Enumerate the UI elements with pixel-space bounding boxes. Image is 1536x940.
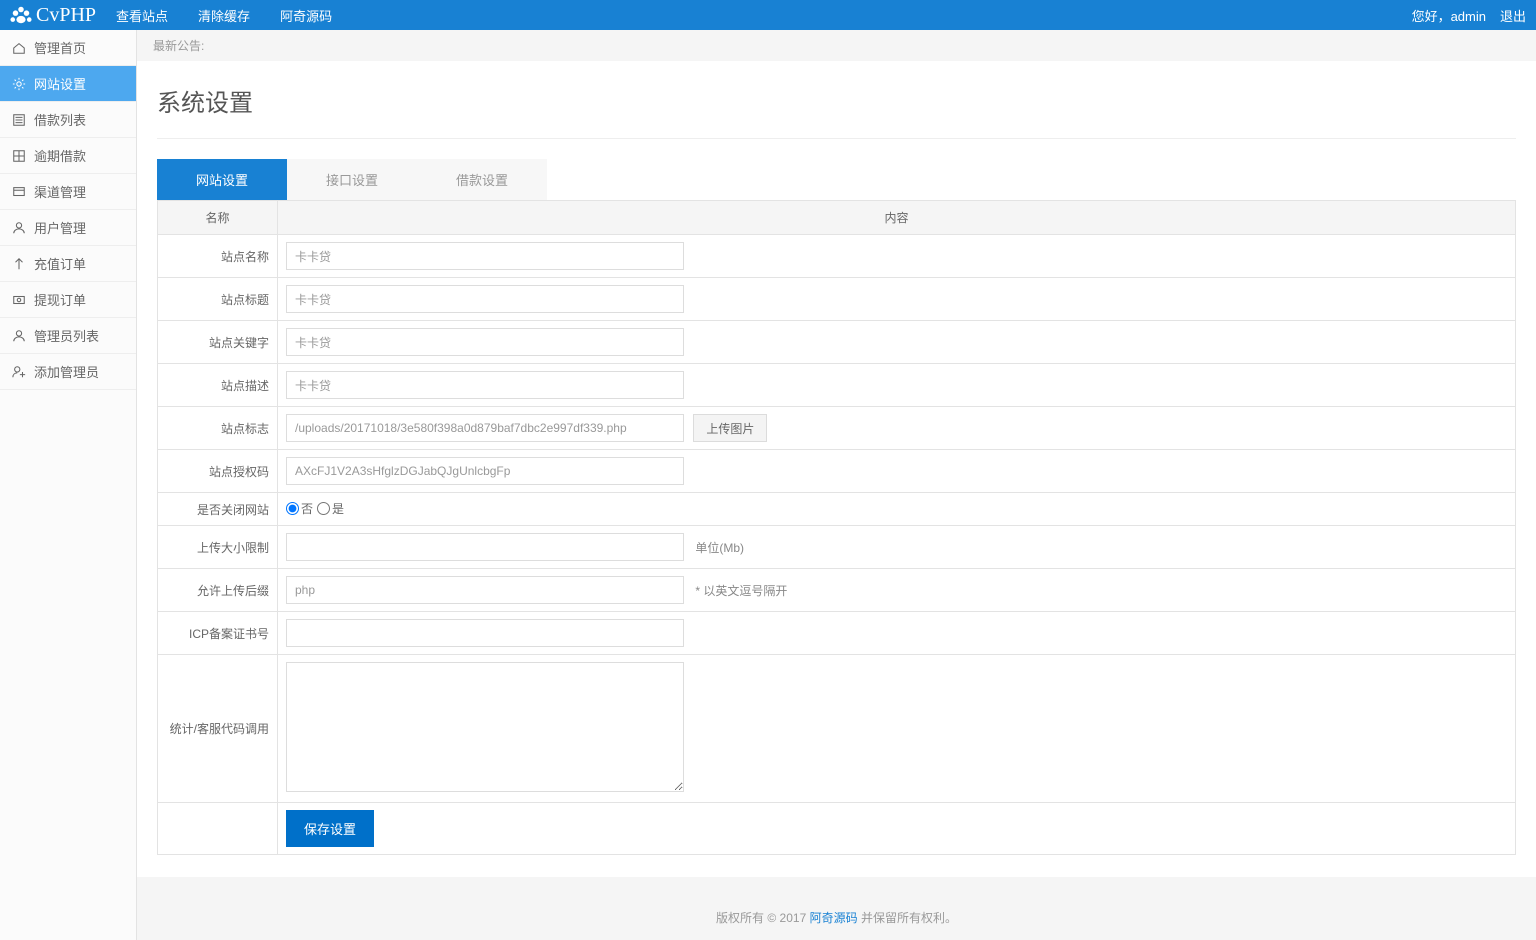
upload-button[interactable]: 上传图片 — [693, 414, 767, 442]
input-upload-limit[interactable] — [286, 533, 684, 561]
input-site-title[interactable] — [286, 285, 684, 313]
sidebar-label: 添加管理员 — [34, 362, 99, 381]
radio-yes-label[interactable]: 是 — [317, 500, 344, 517]
label-upload-ext: 允许上传后缀 — [158, 569, 278, 612]
radio-no[interactable] — [286, 502, 299, 515]
home-icon — [12, 41, 26, 55]
input-site-name[interactable] — [286, 242, 684, 270]
col-name: 名称 — [158, 201, 278, 235]
row-stats-code: 统计/客服代码调用 — [158, 655, 1516, 803]
footer-suffix: 并保留所有权利。 — [858, 911, 957, 925]
sidebar-item-overdue[interactable]: 逾期借款 — [0, 138, 136, 174]
col-content: 内容 — [278, 201, 1516, 235]
input-site-logo[interactable] — [286, 414, 684, 442]
input-upload-ext[interactable] — [286, 576, 684, 604]
row-site-desc: 站点描述 — [158, 364, 1516, 407]
save-button[interactable]: 保存设置 — [286, 810, 374, 847]
header-nav: 查看站点 清除缓存 阿奇源码 — [116, 6, 332, 25]
logo-icon — [10, 4, 32, 26]
hint-upload-ext: * 以英文逗号隔开 — [695, 582, 787, 599]
row-close-site: 是否关闭网站 否 是 — [158, 493, 1516, 526]
textarea-stats-code[interactable] — [286, 662, 684, 792]
tab-api-settings[interactable]: 接口设置 — [287, 159, 417, 200]
hint-upload-limit: 单位(Mb) — [695, 539, 744, 556]
sidebar-item-channel[interactable]: 渠道管理 — [0, 174, 136, 210]
logo[interactable]: CvPHP — [10, 4, 96, 27]
footer: 版权所有 © 2017 阿奇源码 并保留所有权利。 — [137, 895, 1536, 940]
input-site-keywords[interactable] — [286, 328, 684, 356]
sidebar-label: 借款列表 — [34, 110, 86, 129]
withdraw-icon — [12, 293, 26, 307]
sidebar-label: 渠道管理 — [34, 182, 86, 201]
sidebar-item-recharge[interactable]: 充值订单 — [0, 246, 136, 282]
admin-add-icon — [12, 365, 26, 379]
logout-link[interactable]: 退出 — [1500, 6, 1526, 25]
row-site-keywords: 站点关键字 — [158, 321, 1516, 364]
row-site-logo: 站点标志 上传图片 — [158, 407, 1516, 450]
sidebar-label: 管理首页 — [34, 38, 86, 57]
tab-site-settings[interactable]: 网站设置 — [157, 159, 287, 200]
page-title: 系统设置 — [157, 83, 1516, 139]
input-auth-code[interactable] — [286, 457, 684, 485]
tabs: 网站设置 接口设置 借款设置 — [157, 159, 1516, 200]
sidebar-item-loans[interactable]: 借款列表 — [0, 102, 136, 138]
header-right: 您好，admin 退出 — [1412, 6, 1526, 25]
radio-no-label[interactable]: 否 — [286, 500, 313, 517]
sidebar-item-admins[interactable]: 管理员列表 — [0, 318, 136, 354]
label-site-logo: 站点标志 — [158, 407, 278, 450]
label-site-title: 站点标题 — [158, 278, 278, 321]
sidebar-label: 逾期借款 — [34, 146, 86, 165]
label-icp: ICP备案证书号 — [158, 612, 278, 655]
sidebar-item-settings[interactable]: 网站设置 — [0, 66, 136, 102]
sidebar-item-users[interactable]: 用户管理 — [0, 210, 136, 246]
gear-icon — [12, 77, 26, 91]
sidebar-label: 管理员列表 — [34, 326, 99, 345]
label-upload-limit: 上传大小限制 — [158, 526, 278, 569]
row-site-title: 站点标题 — [158, 278, 1516, 321]
input-site-desc[interactable] — [286, 371, 684, 399]
nav-view-site[interactable]: 查看站点 — [116, 6, 168, 25]
greeting: 您好，admin — [1412, 6, 1486, 25]
label-stats-code: 统计/客服代码调用 — [158, 655, 278, 803]
channel-icon — [12, 185, 26, 199]
nav-clear-cache[interactable]: 清除缓存 — [198, 6, 250, 25]
user-icon — [12, 221, 26, 235]
sidebar-item-withdraw[interactable]: 提现订单 — [0, 282, 136, 318]
label-close-site: 是否关闭网站 — [158, 493, 278, 526]
radio-yes[interactable] — [317, 502, 330, 515]
footer-link[interactable]: 阿奇源码 — [810, 911, 858, 925]
admin-icon — [12, 329, 26, 343]
sidebar-item-add-admin[interactable]: 添加管理员 — [0, 354, 136, 390]
tab-loan-settings[interactable]: 借款设置 — [417, 159, 547, 200]
label-auth-code: 站点授权码 — [158, 450, 278, 493]
settings-table: 名称 内容 站点名称 站点标题 站点关键字 — [157, 200, 1516, 855]
sidebar: 管理首页 网站设置 借款列表 逾期借款 渠道管理 用户管理 充值订单 提现订单 — [0, 30, 137, 940]
sidebar-label: 用户管理 — [34, 218, 86, 237]
top-header: CvPHP 查看站点 清除缓存 阿奇源码 您好，admin 退出 — [0, 0, 1536, 30]
input-icp[interactable] — [286, 619, 684, 647]
row-upload-ext: 允许上传后缀 * 以英文逗号隔开 — [158, 569, 1516, 612]
label-site-desc: 站点描述 — [158, 364, 278, 407]
row-upload-limit: 上传大小限制 单位(Mb) — [158, 526, 1516, 569]
row-icp: ICP备案证书号 — [158, 612, 1516, 655]
row-site-name: 站点名称 — [158, 235, 1516, 278]
footer-prefix: 版权所有 © 2017 — [716, 911, 810, 925]
sidebar-label: 充值订单 — [34, 254, 86, 273]
notice-bar: 最新公告: — [137, 30, 1536, 61]
row-save: 保存设置 — [158, 803, 1516, 855]
logo-text: CvPHP — [36, 4, 96, 27]
sidebar-item-home[interactable]: 管理首页 — [0, 30, 136, 66]
label-site-keywords: 站点关键字 — [158, 321, 278, 364]
grid-icon — [12, 149, 26, 163]
notice-label: 最新公告: — [153, 39, 204, 53]
list-icon — [12, 113, 26, 127]
row-auth-code: 站点授权码 — [158, 450, 1516, 493]
sidebar-label: 提现订单 — [34, 290, 86, 309]
recharge-icon — [12, 257, 26, 271]
nav-aqi-source[interactable]: 阿奇源码 — [280, 6, 332, 25]
label-site-name: 站点名称 — [158, 235, 278, 278]
sidebar-label: 网站设置 — [34, 74, 86, 93]
